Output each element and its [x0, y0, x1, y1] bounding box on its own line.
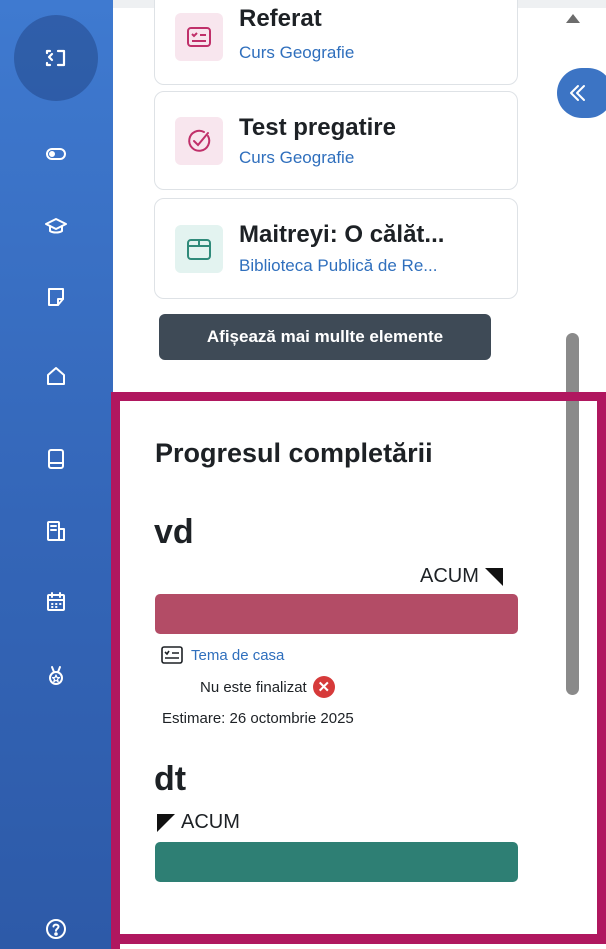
reports-icon[interactable]	[42, 517, 70, 545]
now-corner-icon	[484, 567, 503, 586]
item-course-link[interactable]: Curs Geografie	[239, 148, 354, 168]
package-icon	[175, 225, 223, 273]
recent-item-card[interactable]: Referat Curs Geografie	[154, 0, 518, 85]
now-corner-icon	[157, 813, 175, 832]
highlight-frame-right	[597, 392, 606, 944]
item-title[interactable]: Test pregatire	[239, 114, 396, 142]
user-name: vd	[154, 513, 194, 551]
item-course-link[interactable]: Curs Geografie	[239, 43, 354, 63]
completion-status: Nu este finalizat ✕	[200, 676, 335, 698]
now-label: ACUM	[181, 811, 240, 833]
status-text: Nu este finalizat	[200, 678, 307, 696]
now-marker: ACUM	[420, 565, 503, 588]
highlight-frame-bottom	[111, 934, 606, 944]
recent-item-card[interactable]: Maitreyi: O călăt... Biblioteca Publică …	[154, 198, 518, 299]
now-label: ACUM	[420, 565, 479, 587]
activity-label[interactable]: Tema de casa	[191, 647, 284, 664]
rail-toggle-button[interactable]	[14, 15, 98, 101]
help-icon[interactable]	[44, 917, 68, 941]
double-chevron-left-icon	[570, 85, 585, 101]
scroll-up-arrow[interactable]	[566, 14, 580, 23]
progress-bar[interactable]	[155, 594, 518, 634]
progress-bar[interactable]	[155, 842, 518, 882]
graduation-cap-icon[interactable]	[42, 212, 70, 240]
book-icon[interactable]	[42, 445, 70, 473]
recent-item-card[interactable]: Test pregatire Curs Geografie	[154, 91, 518, 190]
quiz-check-icon	[175, 117, 223, 165]
home-icon[interactable]	[42, 362, 70, 390]
activity-link[interactable]: Tema de casa	[161, 646, 284, 664]
assignment-icon	[161, 646, 183, 664]
toggle-icon[interactable]	[42, 140, 70, 168]
user-name: dt	[154, 760, 187, 798]
item-title[interactable]: Maitreyi: O călăt...	[239, 221, 444, 249]
estimate-date: Estimare: 26 octombrie 2025	[162, 710, 354, 727]
progress-title: Progresul completării	[155, 438, 433, 468]
item-title[interactable]: Referat	[239, 5, 322, 33]
note-icon[interactable]	[42, 283, 70, 311]
show-more-button[interactable]: Afișează mai mullte elemente	[159, 314, 491, 360]
item-course-link[interactable]: Biblioteca Publică de Re...	[239, 256, 437, 276]
calendar-icon[interactable]	[42, 588, 70, 616]
assignment-icon	[175, 13, 223, 61]
collapse-drawer-button[interactable]	[557, 68, 606, 118]
badge-icon[interactable]	[42, 662, 70, 690]
sidebar-toggle-icon	[45, 49, 66, 67]
now-marker: ACUM	[157, 811, 240, 834]
not-complete-icon: ✕	[312, 676, 335, 698]
left-nav-rail	[0, 0, 113, 949]
